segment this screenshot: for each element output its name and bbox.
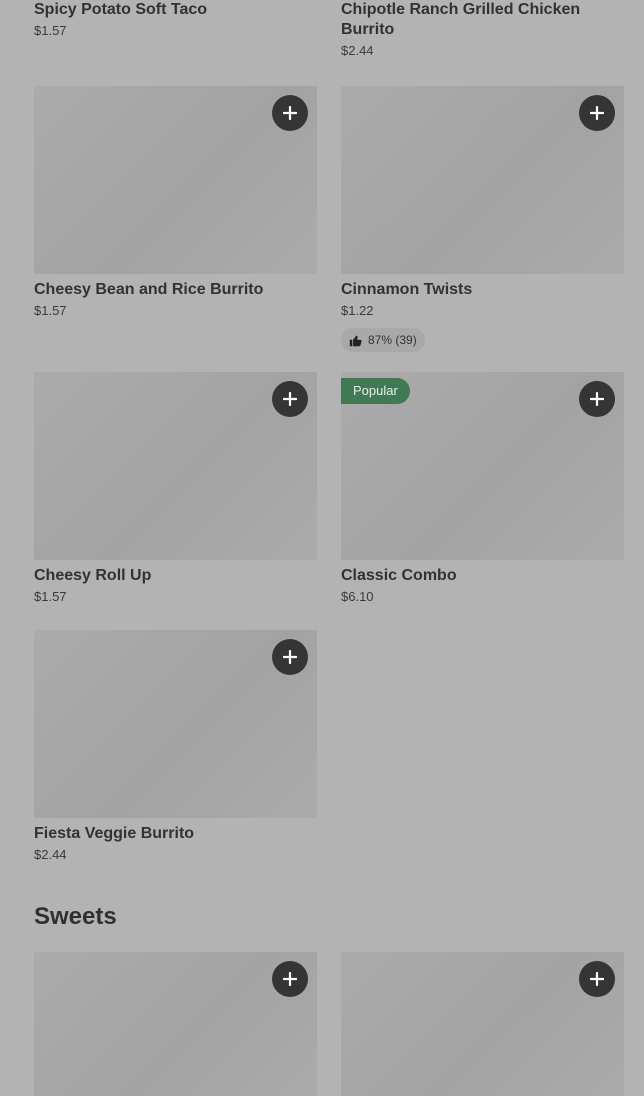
menu-item-card[interactable]: Chipotle Ranch Grilled Chicken Burrito $… — [341, 0, 624, 60]
plus-icon — [590, 106, 604, 120]
item-price: $6.10 — [341, 589, 374, 604]
menu-item-card[interactable]: Cinnamon Twists $1.22 87% (39) — [341, 86, 624, 352]
item-name: Cheesy Bean and Rice Burrito — [34, 281, 264, 298]
add-item-button[interactable] — [272, 381, 308, 417]
item-price: $2.44 — [341, 43, 374, 58]
plus-icon — [283, 972, 297, 986]
plus-icon — [590, 972, 604, 986]
item-name: Cinnamon Twists — [341, 281, 473, 298]
menu-item-card[interactable] — [341, 952, 624, 1096]
thumbs-up-icon — [349, 335, 362, 346]
item-price: $2.44 — [34, 847, 67, 862]
add-item-button[interactable] — [272, 961, 308, 997]
menu-item-card[interactable]: Cheesy Roll Up $1.57 — [34, 372, 317, 606]
menu-item-card[interactable]: Fiesta Veggie Burrito $2.44 — [34, 630, 317, 864]
plus-icon — [590, 392, 604, 406]
add-item-button[interactable] — [272, 639, 308, 675]
item-image[interactable] — [34, 372, 317, 560]
plus-icon — [283, 650, 297, 664]
rating-text: 87% (39) — [368, 333, 417, 347]
add-item-button[interactable] — [272, 95, 308, 131]
menu-item-card[interactable] — [34, 952, 317, 1096]
item-name: Chipotle Ranch Grilled Chicken Burrito — [341, 1, 581, 38]
item-price: $1.57 — [34, 589, 67, 604]
item-price: $1.22 — [341, 303, 374, 318]
menu-item-card[interactable]: Spicy Potato Soft Taco $1.57 — [34, 0, 317, 40]
menu-item-card[interactable]: Popular Classic Combo $6.10 — [341, 372, 624, 606]
section-title-sweets: Sweets — [34, 903, 117, 930]
item-image[interactable] — [34, 86, 317, 274]
plus-icon — [283, 106, 297, 120]
rating-badge: 87% (39) — [341, 328, 425, 352]
item-image[interactable] — [34, 952, 317, 1096]
add-item-button[interactable] — [579, 961, 615, 997]
add-item-button[interactable] — [579, 95, 615, 131]
item-name: Classic Combo — [341, 567, 457, 584]
item-name: Spicy Potato Soft Taco — [34, 1, 208, 18]
add-item-button[interactable] — [579, 381, 615, 417]
item-image[interactable] — [34, 630, 317, 818]
popular-badge: Popular — [341, 378, 410, 404]
item-name: Fiesta Veggie Burrito — [34, 825, 195, 842]
item-image[interactable] — [341, 952, 624, 1096]
menu-page: Spicy Potato Soft Taco $1.57 Chipotle Ra… — [0, 0, 644, 1096]
item-price: $1.57 — [34, 23, 67, 38]
item-name: Cheesy Roll Up — [34, 567, 152, 584]
plus-icon — [283, 392, 297, 406]
item-image[interactable] — [341, 86, 624, 274]
item-image[interactable]: Popular — [341, 372, 624, 560]
item-price: $1.57 — [34, 303, 67, 318]
menu-item-card[interactable]: Cheesy Bean and Rice Burrito $1.57 — [34, 86, 317, 320]
